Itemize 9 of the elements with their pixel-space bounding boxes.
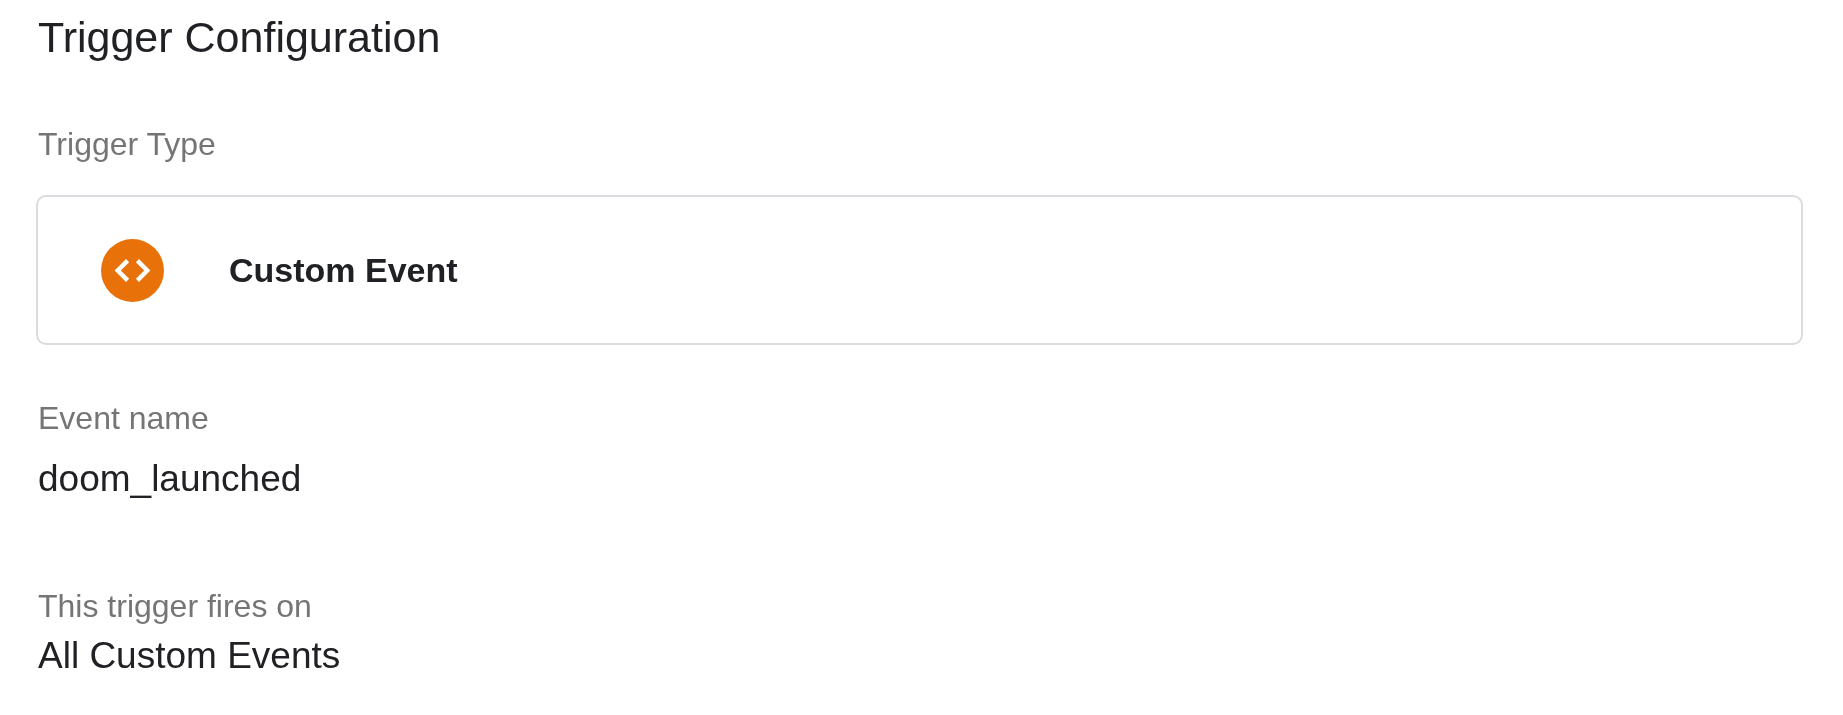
field-value: All Custom Events bbox=[38, 637, 341, 674]
field-label: Event name bbox=[38, 402, 209, 434]
field-label: Trigger Type bbox=[38, 128, 216, 160]
field-label: This trigger fires on bbox=[38, 590, 312, 622]
code-icon bbox=[101, 238, 164, 302]
field-value: doom_launched bbox=[38, 460, 302, 497]
trigger-type-card[interactable]: Custom Event bbox=[36, 195, 1803, 345]
section-title: Trigger Configuration bbox=[38, 16, 441, 59]
trigger-type-name: Custom Event bbox=[229, 253, 458, 287]
